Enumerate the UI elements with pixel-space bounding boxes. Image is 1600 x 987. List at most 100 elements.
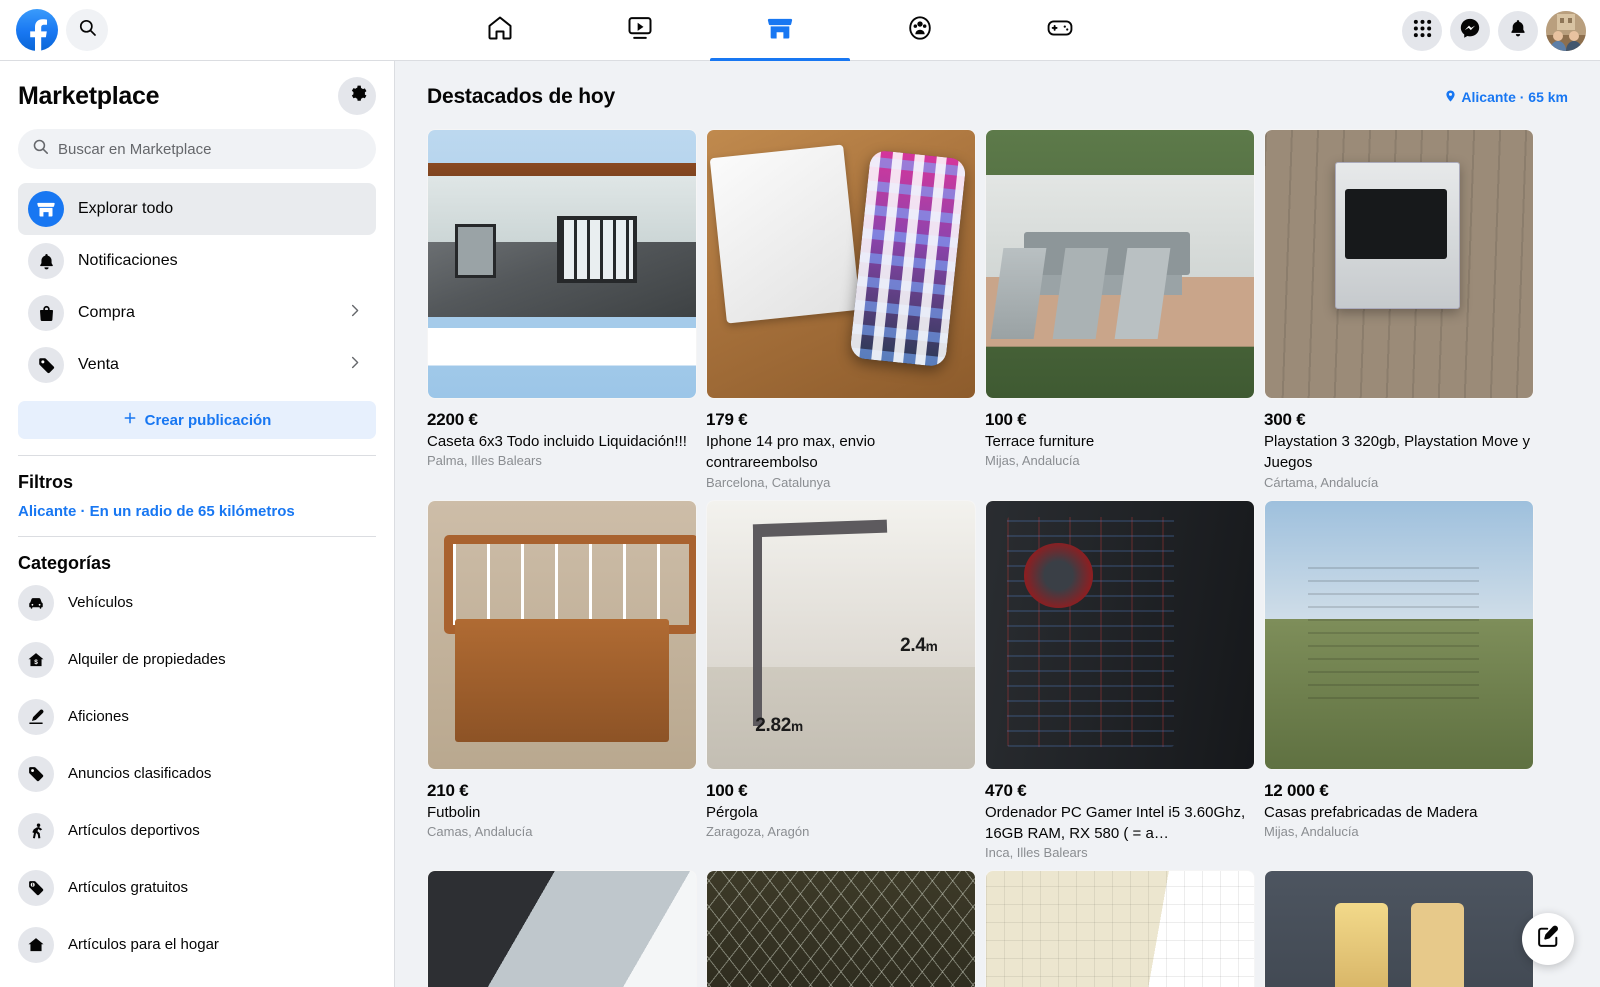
house-rent-icon: $ bbox=[18, 641, 54, 678]
sidebar-item-venta[interactable]: Venta bbox=[18, 339, 376, 391]
free-tag-icon bbox=[18, 869, 54, 906]
listing-card[interactable]: 300 € Playstation 3 320gb, Playstation M… bbox=[1264, 129, 1534, 490]
notifications-button[interactable] bbox=[1498, 10, 1538, 51]
category-item-articulos-deportivos[interactable]: Artículos deportivos bbox=[18, 802, 376, 859]
category-item-articulos-gratuitos[interactable]: Artículos gratuitos bbox=[18, 859, 376, 916]
nav-tab-groups[interactable] bbox=[850, 0, 990, 61]
listing-photo-iphone bbox=[707, 130, 975, 398]
create-listing-button[interactable]: Crear publicación bbox=[18, 401, 376, 439]
grid-menu-button[interactable] bbox=[1402, 10, 1442, 51]
listing-image[interactable] bbox=[1264, 129, 1534, 399]
listing-image[interactable] bbox=[706, 870, 976, 987]
sidebar-item-notificaciones[interactable]: Notificaciones bbox=[18, 235, 376, 287]
sidebar-item-explorar-todo[interactable]: Explorar todo bbox=[18, 183, 376, 235]
sidebar-item-label: Explorar todo bbox=[78, 200, 174, 217]
messenger-button[interactable] bbox=[1450, 10, 1490, 51]
listing-price: 179 € bbox=[706, 410, 748, 429]
bell-icon bbox=[1508, 18, 1528, 43]
listing-title: Playstation 3 320gb, Playstation Move y … bbox=[1264, 433, 1530, 472]
listing-photo-partial-4 bbox=[1265, 871, 1533, 987]
compose-edit-icon bbox=[1536, 924, 1561, 954]
search-icon bbox=[32, 138, 49, 160]
main-header: Destacados de hoy Alicante · 65 km bbox=[395, 61, 1600, 109]
listing-image[interactable] bbox=[427, 499, 697, 770]
sidebar-divider bbox=[18, 455, 376, 456]
listing-card[interactable] bbox=[985, 870, 1255, 987]
listing-image[interactable] bbox=[706, 129, 976, 399]
listing-image[interactable] bbox=[985, 499, 1255, 770]
car-icon bbox=[18, 584, 54, 621]
listing-card[interactable]: 179 € Iphone 14 pro max, envio contraree… bbox=[706, 129, 976, 490]
listing-image[interactable] bbox=[427, 129, 697, 399]
nav-tab-home[interactable] bbox=[430, 0, 570, 61]
listing-title: Casas prefabricadas de Madera bbox=[1264, 803, 1478, 821]
storefront-icon bbox=[28, 191, 64, 227]
price-tag-icon bbox=[28, 347, 64, 383]
listing-card[interactable]: 2200 € Caseta 6x3 Todo incluido Liquidac… bbox=[427, 129, 697, 490]
listing-image[interactable] bbox=[985, 129, 1255, 399]
location-radius-filter-link[interactable]: Alicante · En un radio de 65 kilómetros bbox=[18, 503, 376, 520]
top-navigation-bar bbox=[0, 0, 1600, 61]
category-label: Artículos deportivos bbox=[68, 822, 200, 839]
nav-tab-gaming[interactable] bbox=[990, 0, 1130, 61]
category-item-articulos-para-el-hogar[interactable]: Artículos para el hogar bbox=[18, 916, 376, 973]
profile-avatar[interactable] bbox=[1546, 10, 1586, 51]
listing-card[interactable]: 12 000 € Casas prefabricadas de Madera M… bbox=[1264, 499, 1534, 861]
nav-tab-marketplace[interactable] bbox=[710, 0, 850, 61]
nav-tab-video[interactable] bbox=[570, 0, 710, 61]
listing-location: Zaragoza, Aragón bbox=[706, 823, 810, 839]
listing-card[interactable]: 2.4m 2.82m 100 € Pérgola Zaragoza, Aragó… bbox=[706, 499, 976, 861]
listing-image[interactable] bbox=[427, 870, 697, 987]
listing-image[interactable]: 2.4m 2.82m bbox=[706, 499, 976, 770]
facebook-logo-icon[interactable] bbox=[16, 9, 58, 51]
category-item-anuncios-clasificados[interactable]: Anuncios clasificados bbox=[18, 745, 376, 802]
listing-title: Futbolin bbox=[427, 803, 481, 821]
grid-menu-icon bbox=[1413, 19, 1432, 43]
sidebar-item-compra[interactable]: Compra bbox=[18, 287, 376, 339]
listing-photo-gaming-pc bbox=[986, 500, 1254, 769]
listing-photo-ps3 bbox=[1265, 130, 1533, 398]
listing-card[interactable] bbox=[706, 870, 976, 987]
sidebar-item-label: Notificaciones bbox=[78, 252, 178, 269]
main-heading: Destacados de hoy bbox=[427, 85, 615, 108]
listing-photo-partial-2 bbox=[707, 871, 975, 987]
marketplace-storefront-icon bbox=[766, 14, 794, 47]
location-pin-icon bbox=[1444, 88, 1457, 107]
compose-listing-fab[interactable] bbox=[1522, 913, 1574, 965]
search-icon bbox=[78, 18, 97, 42]
listing-photo-terrace bbox=[986, 130, 1254, 398]
category-item-aficiones[interactable]: Aficiones bbox=[18, 688, 376, 745]
listing-card[interactable]: 470 € Ordenador PC Gamer Intel i5 3.60Gh… bbox=[985, 499, 1255, 860]
listing-title: Ordenador PC Gamer Intel i5 3.60Ghz, 16G… bbox=[985, 803, 1246, 842]
sidebar-divider bbox=[18, 536, 376, 537]
tab-active-underline bbox=[710, 58, 850, 61]
listing-card[interactable]: 210 € Futbolin Camas, Andalucía bbox=[427, 499, 697, 861]
listing-photo-wooden-house bbox=[1265, 500, 1533, 769]
listing-image[interactable] bbox=[1264, 499, 1534, 770]
marker-pen-icon bbox=[18, 698, 54, 735]
listing-image[interactable] bbox=[1264, 870, 1534, 987]
location-filter-button[interactable]: Alicante · 65 km bbox=[1444, 88, 1568, 107]
messenger-icon bbox=[1459, 17, 1481, 44]
category-item-alquiler-de-propiedades[interactable]: $ Alquiler de propiedades bbox=[18, 631, 376, 688]
running-person-icon bbox=[18, 812, 54, 849]
filters-heading: Filtros bbox=[18, 472, 74, 492]
listing-location: Mijas, Andalucía bbox=[1264, 823, 1359, 839]
listing-location: Camas, Andalucía bbox=[427, 823, 533, 839]
listing-location: Cártama, Andalucía bbox=[1264, 474, 1379, 490]
listing-card[interactable] bbox=[1264, 870, 1534, 987]
sidebar-search-box[interactable] bbox=[18, 129, 376, 169]
pergola-width-annotation: 2.82m bbox=[755, 714, 803, 736]
marketplace-settings-button[interactable] bbox=[338, 77, 376, 115]
search-input[interactable] bbox=[58, 140, 362, 158]
category-item-vehiculos[interactable]: Vehículos bbox=[18, 574, 376, 631]
listing-card[interactable]: 100 € Terrace furniture Mijas, Andalucía bbox=[985, 129, 1255, 490]
topbar-search-button[interactable] bbox=[66, 9, 108, 51]
listing-price: 210 € bbox=[427, 780, 469, 800]
listing-card[interactable] bbox=[427, 870, 697, 987]
chevron-right-icon bbox=[347, 355, 362, 375]
listings-grid: 2200 € Caseta 6x3 Todo incluido Liquidac… bbox=[395, 109, 1600, 987]
listing-image[interactable] bbox=[985, 870, 1255, 987]
location-filter-label: Alicante · 65 km bbox=[1461, 89, 1568, 105]
category-label: Alquiler de propiedades bbox=[68, 651, 226, 668]
